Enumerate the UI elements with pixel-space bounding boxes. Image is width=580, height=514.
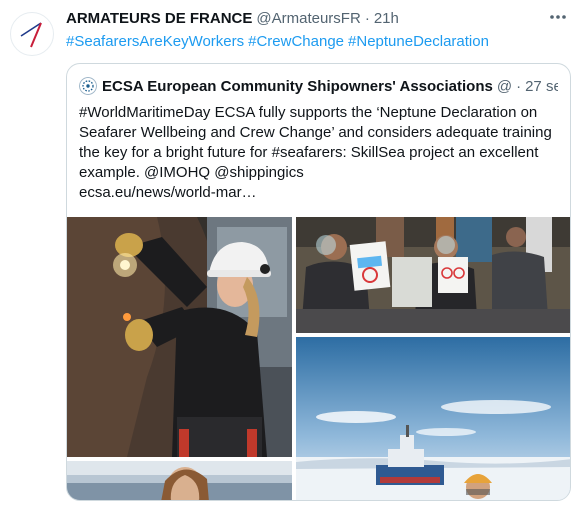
tweet-header: ARMATEURS DE FRANCE @ArmateursFR · 21h <box>66 10 566 30</box>
quoted-text-line: example. @IMOHQ @shippingics <box>79 164 304 181</box>
tweet-time[interactable]: 21h <box>374 10 399 27</box>
quoted-text-line: Seafarer Wellbeing and Crew Change’ and … <box>79 124 552 141</box>
author-handle[interactable]: @ArmateursFR <box>256 10 360 27</box>
hashtag-link[interactable]: #CrewChange <box>248 33 344 50</box>
quoted-link-text: ecsa.eu/news/world-mar… <box>79 184 257 201</box>
hashtag-line: #SeafarersAreKeyWorkers #CrewChange #Neptu… <box>66 33 493 50</box>
more-icon <box>550 15 566 19</box>
quoted-author-handle[interactable]: @ <box>497 78 512 95</box>
quoted-text-line: #WorldMaritimeDay ECSA fully supports th… <box>79 104 538 121</box>
photo-ship-on-ice[interactable] <box>296 337 570 500</box>
hashtag-link[interactable]: #SeafarersAreKeyWorkers <box>66 33 244 50</box>
photo-woman-portrait[interactable] <box>67 461 292 500</box>
avatar[interactable] <box>10 12 54 56</box>
quoted-tweet-header: ECSA European Community Shipowners' Asso… <box>79 76 558 96</box>
quoted-text-line: the key for a bright future for #seafare… <box>79 144 539 161</box>
media-grid <box>67 217 570 500</box>
ecsa-logo-icon <box>79 77 97 95</box>
photo-seafarer-helmet[interactable] <box>67 217 292 457</box>
quoted-tweet-card[interactable]: ECSA European Community Shipowners' Asso… <box>66 63 571 501</box>
photo-crew-group-signs[interactable] <box>296 217 570 333</box>
author-name[interactable]: ARMATEURS DE FRANCE <box>66 10 252 27</box>
more-button[interactable] <box>544 6 572 28</box>
quoted-author-name[interactable]: ECSA European Community Shipowners' Asso… <box>102 78 493 95</box>
separator-dot: · <box>516 77 522 95</box>
separator-dot: · <box>364 10 370 27</box>
quoted-tweet-time[interactable]: 27 sept. <box>525 78 558 95</box>
hashtag-link[interactable]: #NeptuneDeclaration <box>348 33 489 50</box>
armateurs-logo-icon <box>20 22 42 48</box>
quoted-tweet-text: #WorldMaritimeDay ECSA fully supports th… <box>79 103 561 203</box>
